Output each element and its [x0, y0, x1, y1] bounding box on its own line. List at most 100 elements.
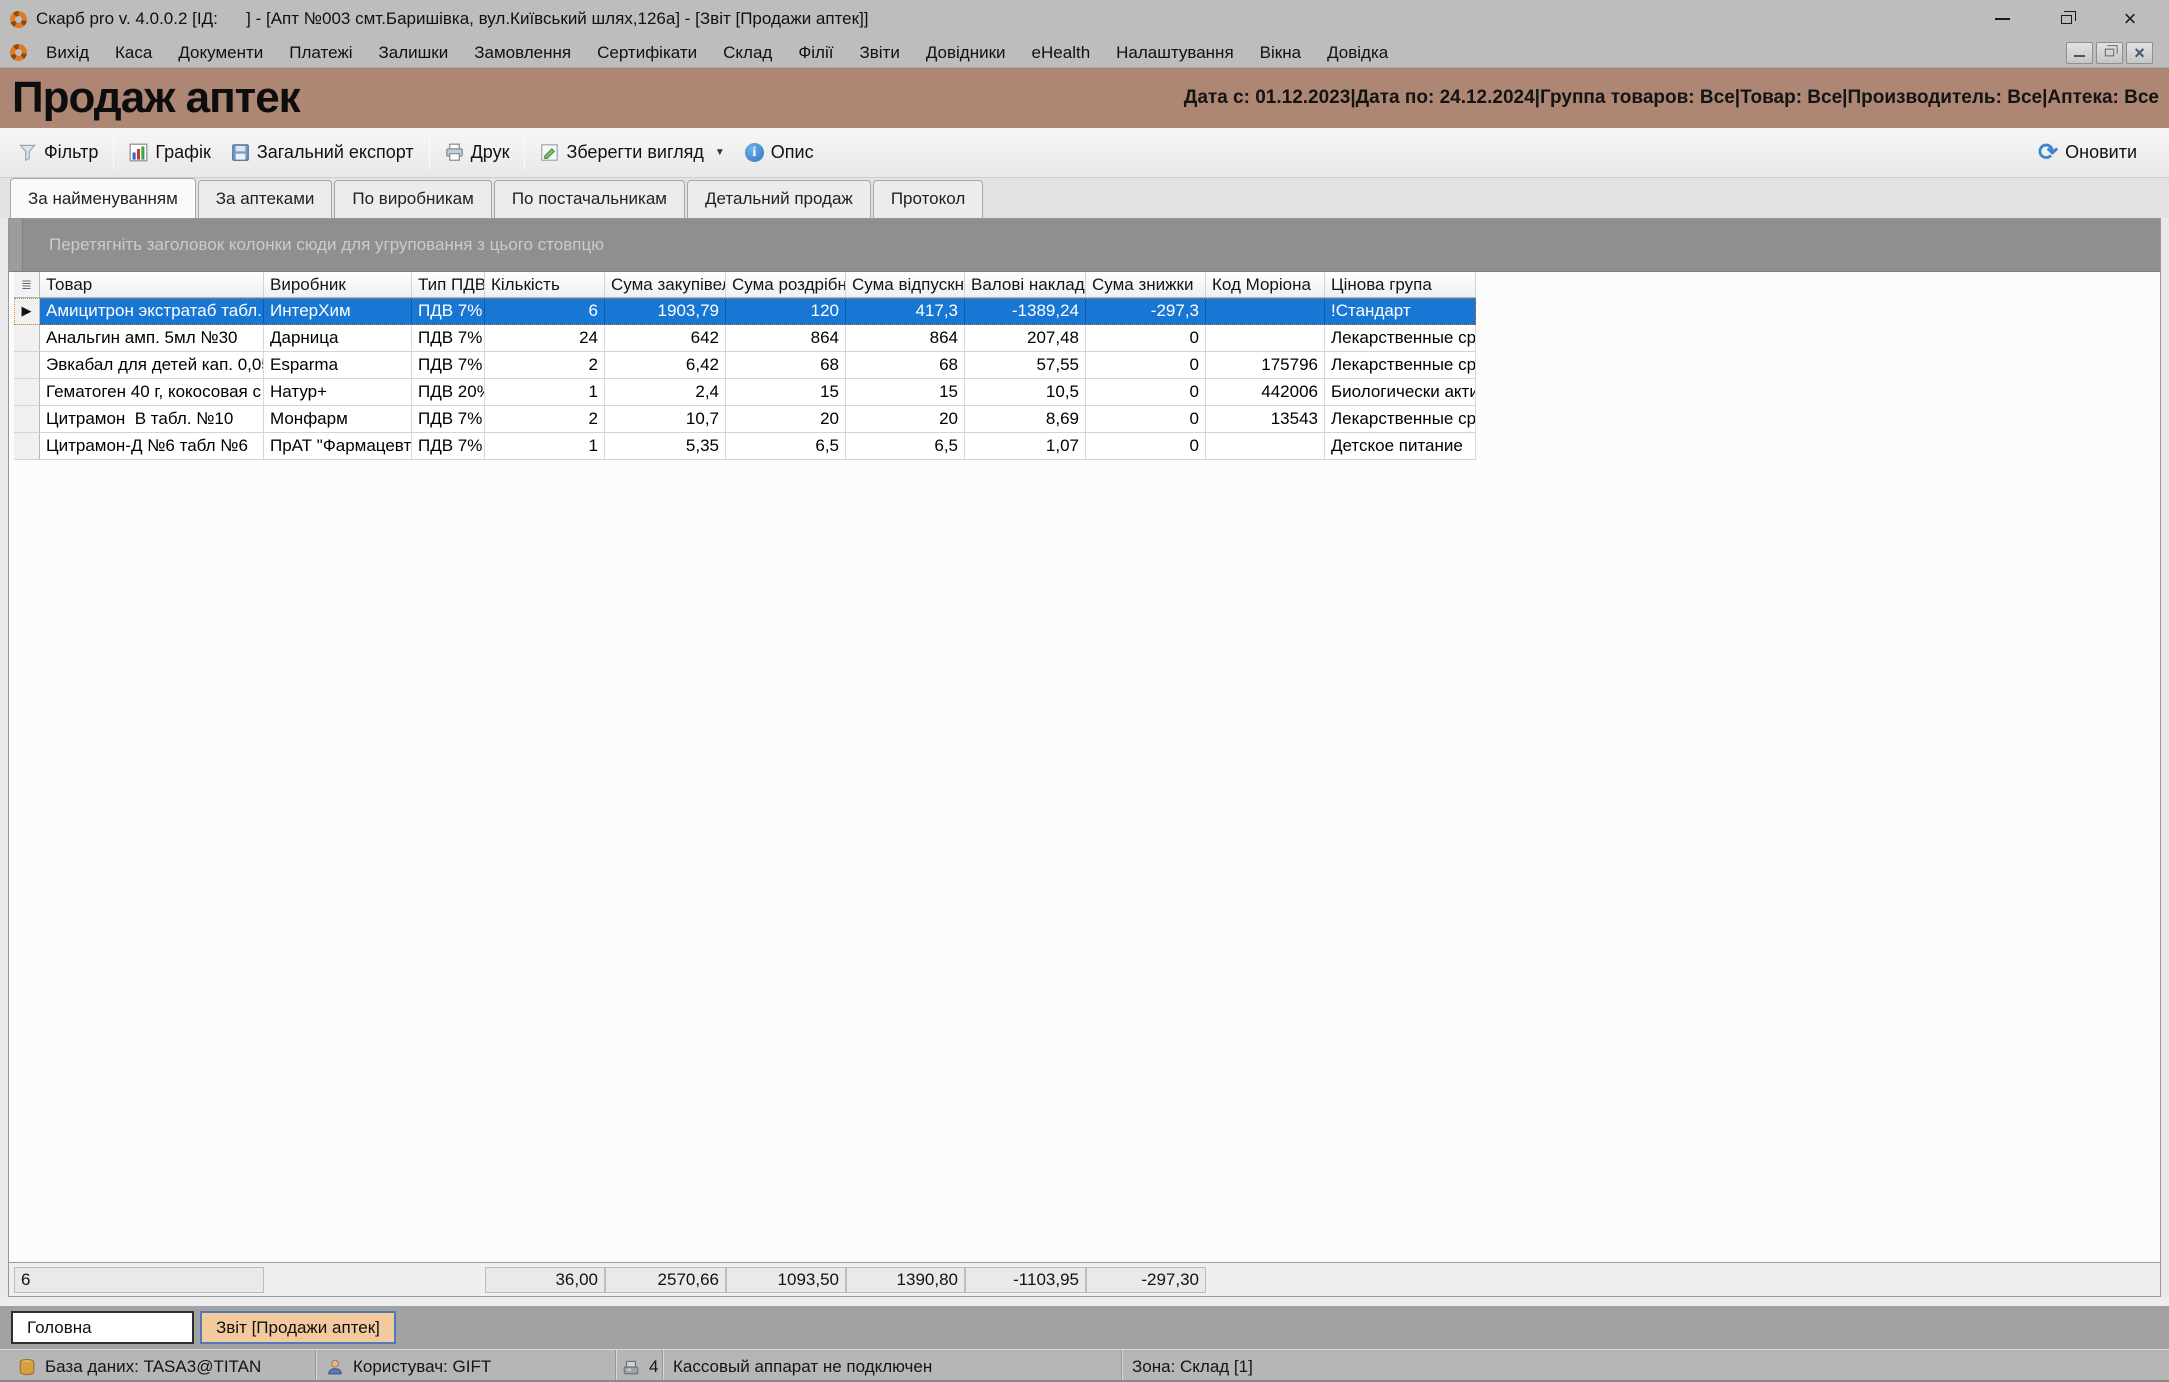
- chevron-down-icon[interactable]: ▼: [715, 147, 725, 158]
- menu-item[interactable]: Каса: [102, 39, 165, 67]
- table-row[interactable]: Цитрамон-Д №6 табл №6ПрАТ "ФармацевтиПДВ…: [14, 433, 1476, 460]
- chart-button[interactable]: Графік: [119, 134, 220, 171]
- row-indicator: [14, 406, 40, 433]
- title-bar: Скарб pro v. 4.0.0.2 [ІД: ] - [Апт №003 …: [0, 0, 2169, 38]
- table-cell: 0: [1086, 433, 1206, 460]
- menu-item[interactable]: Вікна: [1247, 39, 1314, 67]
- menu-item[interactable]: Платежі: [276, 39, 365, 67]
- table-cell: 10,7: [605, 406, 726, 433]
- table-cell: -297,3: [1086, 298, 1206, 325]
- footer-sum: 1093,50: [726, 1267, 846, 1293]
- menu-item[interactable]: Сертифікати: [584, 39, 710, 67]
- table-row[interactable]: ▶Амицитрон экстратаб табл. иИнтерХимПДВ …: [14, 298, 1476, 325]
- group-by-panel[interactable]: Перетягніть заголовок колонки сюди для у…: [9, 219, 2160, 272]
- minimize-button[interactable]: [1991, 8, 2013, 30]
- window-tab[interactable]: Головна: [11, 1311, 194, 1344]
- table-cell: 1,07: [965, 433, 1086, 460]
- table-cell: 864: [726, 325, 846, 352]
- menu-item[interactable]: Вихід: [33, 39, 102, 67]
- window-tab[interactable]: Звіт [Продажи аптек]: [200, 1311, 396, 1344]
- table-row[interactable]: Анальгин амп. 5мл №30ДарницаПДВ 7%246428…: [14, 325, 1476, 352]
- restore-button[interactable]: [2055, 8, 2077, 30]
- table-cell: 2,4: [605, 379, 726, 406]
- grid-footer: 636,002570,661093,501390,80-1103,95-297,…: [9, 1262, 2160, 1296]
- column-chooser-cell[interactable]: ≣: [14, 272, 40, 297]
- toolbar-separator: [429, 136, 430, 170]
- status-user: Користувач: GIFT: [315, 1350, 615, 1382]
- column-header[interactable]: Цінова група: [1325, 272, 1476, 297]
- view-tab[interactable]: По виробникам: [334, 180, 491, 218]
- filter-button[interactable]: Фільтр: [8, 134, 108, 171]
- print-button[interactable]: Друк: [435, 134, 520, 171]
- column-header[interactable]: Кількість: [485, 272, 605, 297]
- table-cell: ПрАТ "Фармацевти: [264, 433, 412, 460]
- menu-item[interactable]: Довідники: [913, 39, 1019, 67]
- view-tab[interactable]: За аптеками: [198, 180, 333, 218]
- table-cell: Эвкабал для детей кап. 0,05: [40, 352, 264, 379]
- view-tab[interactable]: За найменуванням: [10, 178, 196, 218]
- application-window: { "colors": { "header_band": "#ad8774", …: [0, 0, 2169, 1382]
- status-bar: База даних: TASA3@TITAN Користувач: GIFT…: [0, 1349, 2169, 1382]
- table-cell: 15: [846, 379, 965, 406]
- refresh-button[interactable]: ⟳ Оновити: [2028, 134, 2147, 171]
- menu-item[interactable]: Налаштування: [1103, 39, 1247, 67]
- column-header[interactable]: Сума роздрібна: [726, 272, 846, 297]
- minimize-icon: [2074, 55, 2085, 57]
- export-button[interactable]: Загальний експорт: [221, 134, 424, 171]
- mdi-minimize-button[interactable]: [2066, 42, 2093, 64]
- menu-item[interactable]: Філії: [785, 39, 846, 67]
- close-button[interactable]: ×: [2119, 8, 2141, 30]
- table-row[interactable]: Гематоген 40 г, кокосовая сНатур+ПДВ 20%…: [14, 379, 1476, 406]
- column-header[interactable]: Валові накладе: [965, 272, 1086, 297]
- footer-sum: 1390,80: [846, 1267, 965, 1293]
- column-header[interactable]: Сума відпускна: [846, 272, 965, 297]
- view-tab[interactable]: Детальний продаж: [687, 180, 871, 218]
- table-cell: Лекарственные сре: [1325, 352, 1476, 379]
- table-cell: 57,55: [965, 352, 1086, 379]
- toolbar-separator: [524, 136, 525, 170]
- column-header[interactable]: Товар: [40, 272, 264, 297]
- table-cell: Esparma: [264, 352, 412, 379]
- table-row[interactable]: Цитрамон В табл. №10МонфармПДВ 7%210,720…: [14, 406, 1476, 433]
- table-cell: 2: [485, 406, 605, 433]
- table-cell: 442006: [1206, 379, 1325, 406]
- menu-item[interactable]: Замовлення: [461, 39, 584, 67]
- table-cell: -1389,24: [965, 298, 1086, 325]
- column-header[interactable]: Тип ПДВ: [412, 272, 485, 297]
- chart-label: Графік: [155, 142, 210, 163]
- menu-item[interactable]: Звіти: [846, 39, 912, 67]
- row-indicator: [14, 433, 40, 460]
- footer-sum: -1103,95: [965, 1267, 1086, 1293]
- menu-item[interactable]: Довідка: [1314, 39, 1401, 67]
- menu-item[interactable]: Склад: [710, 39, 785, 67]
- mdi-restore-button[interactable]: [2096, 42, 2123, 64]
- group-hint: Перетягніть заголовок колонки сюди для у…: [49, 235, 604, 255]
- table-cell: 207,48: [965, 325, 1086, 352]
- column-chooser-icon: ≣: [21, 277, 32, 293]
- table-cell: 0: [1086, 379, 1206, 406]
- table-row[interactable]: Эвкабал для детей кап. 0,05EsparmaПДВ 7%…: [14, 352, 1476, 379]
- column-header[interactable]: Код Моріона: [1206, 272, 1325, 297]
- table-cell: 1903,79: [605, 298, 726, 325]
- table-cell: [1206, 325, 1325, 352]
- menu-item[interactable]: eHealth: [1019, 39, 1104, 67]
- window-title: Скарб pro v. 4.0.0.2 [ІД: ] - [Апт №003 …: [36, 9, 869, 29]
- menu-item[interactable]: Залишки: [366, 39, 462, 67]
- column-header[interactable]: Виробник: [264, 272, 412, 297]
- mdi-close-button[interactable]: ×: [2126, 42, 2153, 64]
- table-cell: 6,5: [846, 433, 965, 460]
- menu-item[interactable]: Документи: [165, 39, 276, 67]
- table-cell: Монфарм: [264, 406, 412, 433]
- column-header[interactable]: Сума закупівел: [605, 272, 726, 297]
- footer-sum: 2570,66: [605, 1267, 726, 1293]
- chart-icon: [129, 143, 148, 162]
- column-header[interactable]: Сума знижки: [1086, 272, 1206, 297]
- description-button[interactable]: i Опис: [735, 134, 824, 171]
- table-cell: Детское питание: [1325, 433, 1476, 460]
- row-indicator-active: ▶: [14, 298, 40, 325]
- view-tab[interactable]: Протокол: [873, 180, 983, 218]
- view-tabs: За найменуваннямЗа аптекамиПо виробникам…: [0, 178, 2169, 218]
- view-tab[interactable]: По постачальникам: [494, 180, 685, 218]
- save-view-button[interactable]: Зберегти вигляд ▼: [530, 134, 734, 171]
- table-cell: [1206, 433, 1325, 460]
